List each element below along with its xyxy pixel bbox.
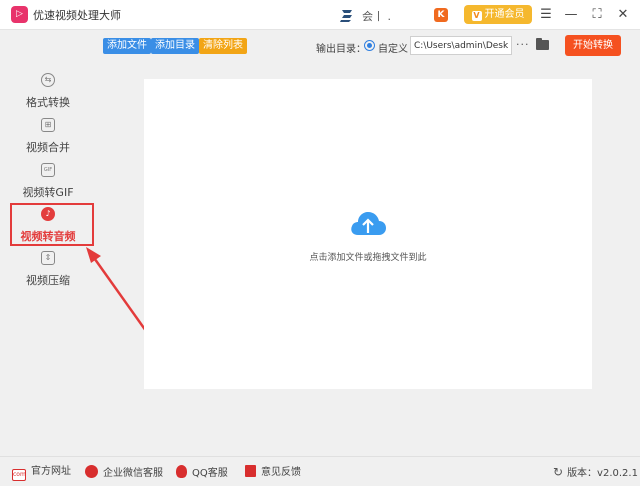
sidebar-item-label: 视频压缩 — [26, 274, 70, 287]
custom-radio[interactable] — [364, 40, 375, 51]
feedback-link[interactable]: 意见反馈 — [245, 465, 301, 479]
cloud-upload-icon — [351, 212, 386, 235]
version-info[interactable]: ↻ 版本：v2.0.2.1 — [553, 465, 638, 479]
qq-icon — [176, 465, 187, 478]
sidebar-item-video-gif[interactable]: GIF 视频转GIF — [0, 163, 96, 205]
footer: com 官方网址 企业微信客服 QQ客服 意见反馈 ↻ 版本：v2.0.2.1 — [0, 456, 640, 486]
custom-radio-label[interactable]: 自定义 — [378, 40, 408, 55]
menu-icon[interactable]: ☰ — [536, 5, 556, 25]
format-convert-icon: ⇆ — [41, 73, 55, 87]
vip-icon: V — [471, 11, 482, 21]
more-options-button[interactable]: ··· — [516, 38, 530, 51]
wechat-service-link[interactable]: 企业微信客服 — [85, 465, 163, 479]
video-compress-icon: ⇕ — [41, 251, 55, 265]
clear-list-button[interactable]: 清除列表 — [199, 38, 247, 54]
feedback-icon — [245, 465, 256, 477]
drop-hint-text: 点击添加文件或拖拽文件到此 — [309, 253, 427, 263]
title-bar: ▷ 优速视频处理大师 会丨 . K V 开通会员 ☰ — ⛶ ✕ — [0, 0, 640, 30]
wechat-icon — [85, 465, 98, 478]
website-icon: com — [12, 469, 26, 481]
maximize-icon[interactable]: ⛶ — [587, 5, 607, 25]
app-logo-icon: ▷ — [11, 6, 28, 23]
qq-service-link[interactable]: QQ客服 — [176, 465, 228, 479]
add-directory-button[interactable]: 添加目录 — [151, 38, 199, 54]
sidebar-item-video-compress[interactable]: ⇕ 视频压缩 — [0, 251, 96, 293]
sidebar-item-label: 格式转换 — [26, 96, 70, 109]
refresh-icon: ↻ — [553, 465, 564, 479]
output-dir-label: 输出目录： — [316, 44, 366, 55]
user-badge-icon: K — [434, 8, 448, 22]
highlight-annotation — [10, 203, 94, 246]
file-drop-area[interactable]: 点击添加文件或拖拽文件到此 — [144, 79, 592, 389]
output-path-input[interactable] — [410, 36, 512, 55]
website-link[interactable]: com 官方网址 — [12, 465, 71, 481]
video-merge-icon: ⊞ — [41, 118, 55, 132]
app-title: 优速视频处理大师 — [33, 9, 121, 22]
user-logo-icon — [340, 10, 352, 22]
vip-button-label: 开通会员 — [484, 9, 525, 20]
close-icon[interactable]: ✕ — [613, 5, 633, 25]
vip-button[interactable]: V 开通会员 — [464, 5, 532, 24]
video-gif-icon: GIF — [41, 163, 55, 177]
sidebar-item-video-merge[interactable]: ⊞ 视频合并 — [0, 118, 96, 160]
sidebar-item-format-convert[interactable]: ⇆ 格式转换 — [0, 73, 96, 115]
sidebar-item-label: 视频转GIF — [22, 186, 74, 199]
minimize-icon[interactable]: — — [561, 5, 581, 25]
sidebar-item-label: 视频合并 — [26, 141, 70, 154]
user-name[interactable]: 会丨 . — [362, 8, 391, 24]
start-convert-button[interactable]: 开始转换 — [565, 35, 621, 56]
folder-icon[interactable] — [536, 38, 549, 50]
add-file-button[interactable]: 添加文件 — [103, 38, 151, 54]
